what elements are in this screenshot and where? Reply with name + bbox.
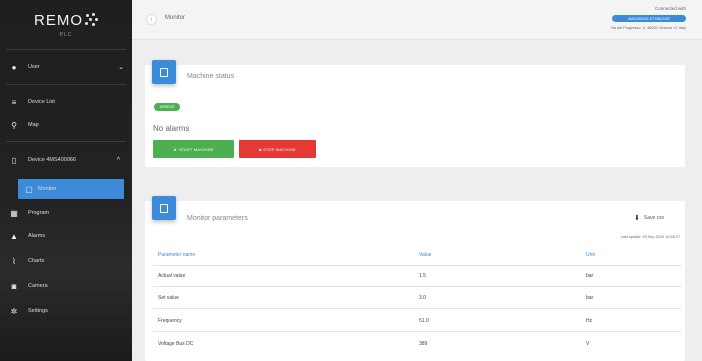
device-icon: ▯ xyxy=(11,155,17,165)
camera-icon: ◙ xyxy=(11,281,17,291)
param-name: Voltage Bus DC xyxy=(158,341,194,347)
sidebar-item-monitor[interactable]: ▢ Monitor xyxy=(18,179,124,199)
divider xyxy=(153,308,681,309)
warning-icon: ▲ xyxy=(10,231,18,241)
sidebar-item-camera[interactable]: ◙ Camera xyxy=(0,276,132,296)
logo-subtitle: PLC xyxy=(59,31,73,38)
param-name: Set value xyxy=(158,295,179,301)
app-logo: REMO PLC xyxy=(6,0,126,50)
page-title: Monitor xyxy=(165,15,186,21)
sidebar-item-label: Device List xyxy=(28,99,55,105)
column-header-unit: Unit xyxy=(586,252,595,258)
sidebar-item-settings[interactable]: ✲ Settings xyxy=(0,301,132,321)
logo-mark-icon xyxy=(84,13,98,27)
sidebar-item-label: Program xyxy=(28,210,50,216)
alarms-text: No alarms xyxy=(153,124,190,133)
param-value: 389 xyxy=(419,341,428,347)
divider xyxy=(153,331,681,332)
sidebar-item-label: Camera xyxy=(28,283,48,289)
monitor-icon xyxy=(152,60,176,84)
logo-text: REMO xyxy=(34,11,83,29)
param-value: 1.5 xyxy=(419,273,426,279)
list-icon: ≡ xyxy=(11,97,17,107)
param-name: Actual value xyxy=(158,273,186,279)
sidebar-item-label: Alarms xyxy=(28,233,46,239)
user-icon: ● xyxy=(11,62,17,72)
param-name: Frequency xyxy=(158,318,182,324)
status-badge: ARRESO xyxy=(154,103,180,111)
param-unit: Hz xyxy=(586,318,593,324)
start-machine-button[interactable]: ► START MACHINE xyxy=(153,140,234,158)
sidebar-item-program[interactable]: ▦ Program xyxy=(0,203,132,223)
sidebar-item-label: Charts xyxy=(28,258,45,264)
sidebar-item-charts[interactable]: ⌇ Charts xyxy=(0,251,132,271)
param-value: 3.0 xyxy=(419,295,426,301)
device-location: Via del Progresso, X, 36020 Vicenza VI, … xyxy=(610,26,686,30)
page-icon: i xyxy=(146,14,157,25)
monitor-icon xyxy=(152,196,176,220)
card-title: Monitor parameters xyxy=(187,215,248,222)
save-csv-button[interactable]: ⬇ Save csv xyxy=(634,214,664,222)
chart-icon: ⌇ xyxy=(12,256,16,266)
divider xyxy=(6,84,126,85)
param-unit: bar xyxy=(586,273,594,279)
sidebar-item-user[interactable]: ● User ⌄ xyxy=(0,57,132,77)
last-update: Last update: 03 Sep 2019 10:48:27 xyxy=(620,235,680,239)
sidebar-item-label: Settings xyxy=(28,308,48,314)
card-title: Machine status xyxy=(187,73,235,80)
connected-label: Connected with xyxy=(654,6,686,11)
divider xyxy=(153,265,681,266)
sidebar: REMO PLC ● User ⌄ ≡ Device List ⚲ Map ▯ … xyxy=(0,0,132,361)
connection-badge[interactable]: 4MS400066-ETHBOX8F xyxy=(612,15,686,22)
sidebar-item-alarms[interactable]: ▲ Alarms xyxy=(0,226,132,246)
top-header: i Monitor Connected with 4MS400066-ETHBO… xyxy=(132,0,702,40)
sidebar-item-label: User xyxy=(28,64,40,70)
download-icon: ⬇ xyxy=(634,215,640,222)
param-unit: V xyxy=(586,341,590,347)
divider xyxy=(153,286,681,287)
column-header-value: Value xyxy=(419,252,432,258)
program-icon: ▦ xyxy=(10,208,18,218)
chevron-up-icon: ^ xyxy=(116,156,120,164)
save-csv-label: Save csv xyxy=(643,215,665,221)
param-unit: bar xyxy=(586,295,594,301)
monitor-parameters-card xyxy=(145,201,685,361)
gear-icon: ✲ xyxy=(10,306,18,316)
sidebar-item-label: Monitor xyxy=(38,186,57,192)
sidebar-item-device[interactable]: ▯ Device 4MS400066 ^ xyxy=(0,150,132,170)
sidebar-item-map[interactable]: ⚲ Map xyxy=(0,115,132,135)
sidebar-item-label: Map xyxy=(28,122,39,128)
column-header-parameter: Parameter name xyxy=(158,252,196,258)
sidebar-item-device-list[interactable]: ≡ Device List xyxy=(0,92,132,112)
stop-machine-button[interactable]: ■ STOP MACHINE xyxy=(239,140,316,158)
divider xyxy=(6,141,126,142)
sidebar-item-label: Device 4MS400066 xyxy=(28,157,77,163)
chevron-down-icon: ⌄ xyxy=(118,64,124,71)
monitor-icon: ▢ xyxy=(25,184,33,194)
param-value: 51.0 xyxy=(419,318,429,324)
map-pin-icon: ⚲ xyxy=(11,120,17,130)
